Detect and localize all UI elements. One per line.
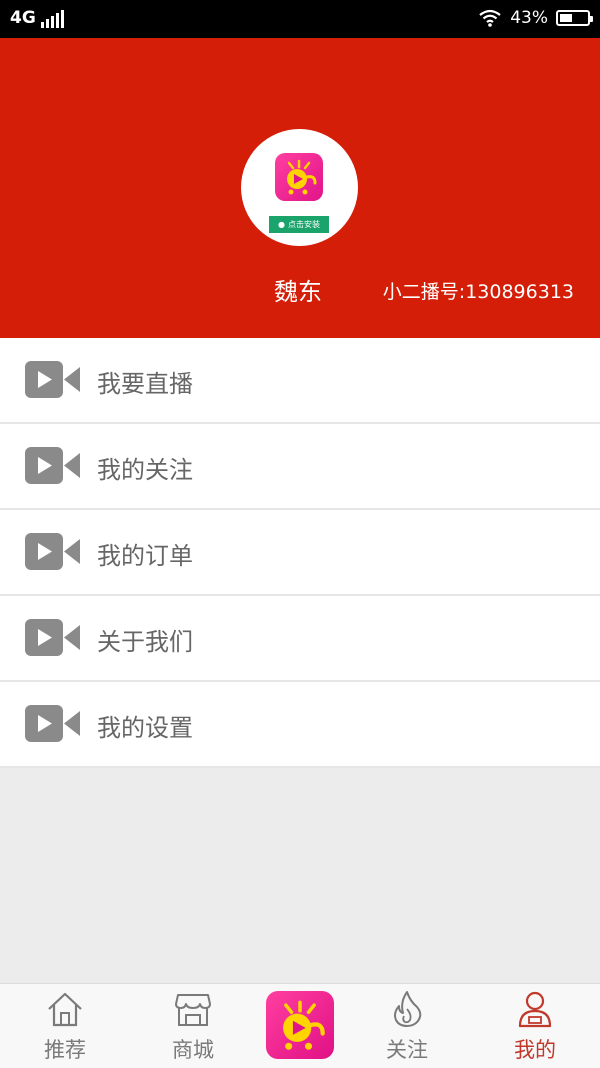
- tab-shop[interactable]: 商城: [133, 984, 253, 1068]
- tab-label: 商城: [172, 1038, 214, 1062]
- video-camera-icon: [25, 447, 80, 484]
- battery-icon: [556, 10, 593, 26]
- status-bar: 4G 43%: [0, 0, 600, 38]
- tab-recommend[interactable]: 推荐: [5, 984, 125, 1068]
- person-icon: [518, 991, 552, 1028]
- menu-item-label: 我要直播: [97, 370, 193, 398]
- avatar[interactable]: ● 点击安装: [241, 129, 358, 246]
- install-button[interactable]: ● 点击安装: [269, 216, 329, 233]
- person-icon: ●: [278, 220, 285, 229]
- tab-following[interactable]: 关注: [347, 984, 467, 1068]
- flame-icon: [394, 991, 422, 1027]
- menu-item-label: 我的设置: [97, 714, 193, 742]
- app-logo-icon: [283, 1000, 325, 1050]
- video-camera-icon: [25, 619, 80, 656]
- wifi-icon: [479, 9, 501, 27]
- menu-item-label: 我的订单: [97, 542, 193, 570]
- video-camera-icon: [25, 705, 80, 742]
- tab-mine[interactable]: 我的: [475, 984, 595, 1068]
- tab-label: 推荐: [44, 1038, 86, 1062]
- menu-item-settings[interactable]: 我的设置: [0, 682, 600, 768]
- menu-item-following[interactable]: 我的关注: [0, 424, 600, 510]
- battery-percent: 43%: [510, 8, 548, 28]
- install-label: 点击安装: [287, 220, 320, 229]
- menu-list: 我要直播 我的关注 我的订单 关于我们 我的设置: [0, 338, 600, 768]
- menu-item-about[interactable]: 关于我们: [0, 596, 600, 682]
- tab-label: 我的: [514, 1038, 556, 1062]
- username: 魏东: [274, 278, 322, 306]
- menu-item-label: 我的关注: [97, 456, 193, 484]
- video-camera-icon: [25, 533, 80, 570]
- home-icon: [48, 992, 82, 1027]
- menu-item-orders[interactable]: 我的订单: [0, 510, 600, 596]
- menu-item-label: 关于我们: [97, 628, 193, 656]
- tab-live-center[interactable]: [266, 991, 334, 1059]
- bottom-nav: 推荐 商城 关注 我的: [0, 983, 600, 1068]
- signal-bars-icon: [40, 10, 64, 28]
- shop-icon: [175, 994, 211, 1026]
- tab-label: 关注: [386, 1038, 428, 1062]
- video-camera-icon: [25, 361, 80, 398]
- signal-indicator: 4G: [10, 8, 64, 28]
- menu-item-go-live[interactable]: 我要直播: [0, 338, 600, 424]
- user-id: 小二播号:130896313: [382, 281, 574, 303]
- profile-header: ● 点击安装 魏东 小二播号:130896313: [0, 38, 600, 338]
- app-logo-icon: [275, 153, 323, 201]
- network-type: 4G: [10, 8, 36, 28]
